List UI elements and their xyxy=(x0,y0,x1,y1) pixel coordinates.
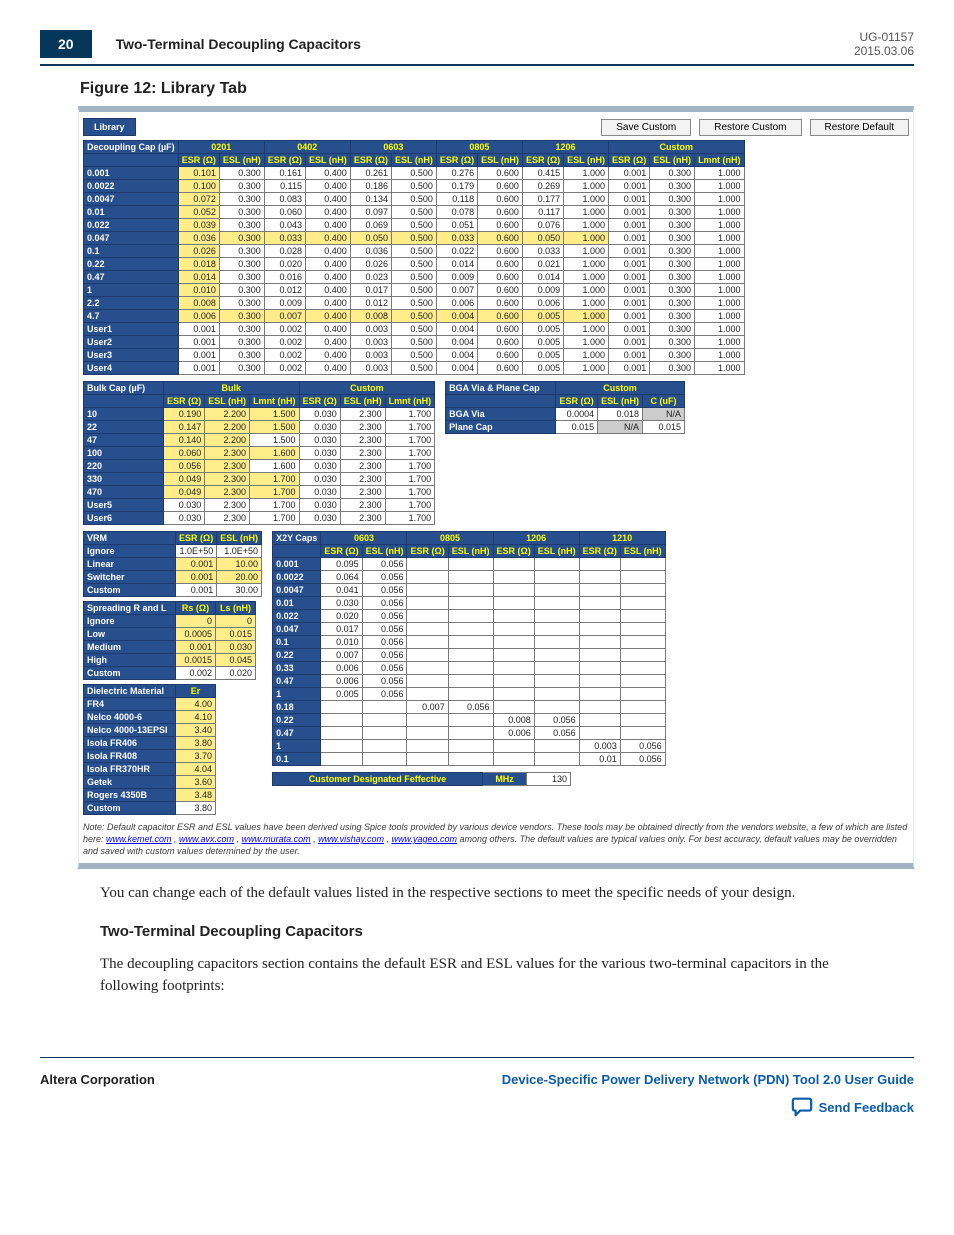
feffective-table: Customer Designated FeffectiveMHz130 xyxy=(272,772,571,786)
doc-meta: UG-01157 2015.03.06 xyxy=(854,30,914,58)
bga-via-table: BGA Via & Plane CapCustomESR (Ω)ESL (nH)… xyxy=(445,381,685,434)
vendor-link[interactable]: www.murata.com xyxy=(242,834,311,844)
restore-default-button[interactable]: Restore Default xyxy=(810,119,909,136)
footer-guide-link[interactable]: Device-Specific Power Delivery Network (… xyxy=(502,1072,914,1087)
page-header: 20 Two-Terminal Decoupling Capacitors UG… xyxy=(40,30,914,66)
library-tab[interactable]: Library xyxy=(83,118,136,136)
library-tab-figure: Library Save Custom Restore Custom Resto… xyxy=(78,106,914,869)
figure-caption: Figure 12: Library Tab xyxy=(80,80,914,98)
decoupling-table: Decoupling Cap (µF)02010402060308051206C… xyxy=(83,140,745,375)
x2y-caps-table: X2Y Caps0603080512061210ESR (Ω)ESL (nH)E… xyxy=(272,531,666,766)
body-paragraph-1: You can change each of the default value… xyxy=(100,883,874,905)
subsection-heading: Two-Terminal Decoupling Capacitors xyxy=(100,923,914,940)
restore-custom-button[interactable]: Restore Custom xyxy=(699,119,801,136)
bulk-cap-table: Bulk Cap (µF)BulkCustomESR (Ω)ESL (nH)Lm… xyxy=(83,381,435,525)
send-feedback-link[interactable]: Send Feedback xyxy=(502,1095,914,1120)
vendor-link[interactable]: www.vishay.com xyxy=(318,834,384,844)
vendor-link[interactable]: www.kemet.com xyxy=(106,834,172,844)
footer-company: Altera Corporation xyxy=(40,1072,155,1087)
vendor-link[interactable]: www.avx.com xyxy=(179,834,234,844)
body-paragraph-2: The decoupling capacitors section contai… xyxy=(100,954,874,998)
dielectric-table: Dielectric MaterialErFR44.00Nelco 4000-6… xyxy=(83,684,216,815)
page-number: 20 xyxy=(40,30,92,58)
vrm-table: VRMESR (Ω)ESL (nH)Ignore1.0E+501.0E+50Li… xyxy=(83,531,262,597)
spreading-table: Spreading R and LRs (Ω)Ls (nH)Ignore00Lo… xyxy=(83,601,256,680)
vendor-link[interactable]: www.yageo.com xyxy=(392,834,458,844)
speech-bubble-icon xyxy=(791,1095,813,1120)
section-title: Two-Terminal Decoupling Capacitors xyxy=(116,36,361,52)
save-custom-button[interactable]: Save Custom xyxy=(601,119,691,136)
page-footer: Altera Corporation Device-Specific Power… xyxy=(40,1057,914,1120)
footnote: Note: Default capacitor ESR and ESL valu… xyxy=(83,821,909,857)
